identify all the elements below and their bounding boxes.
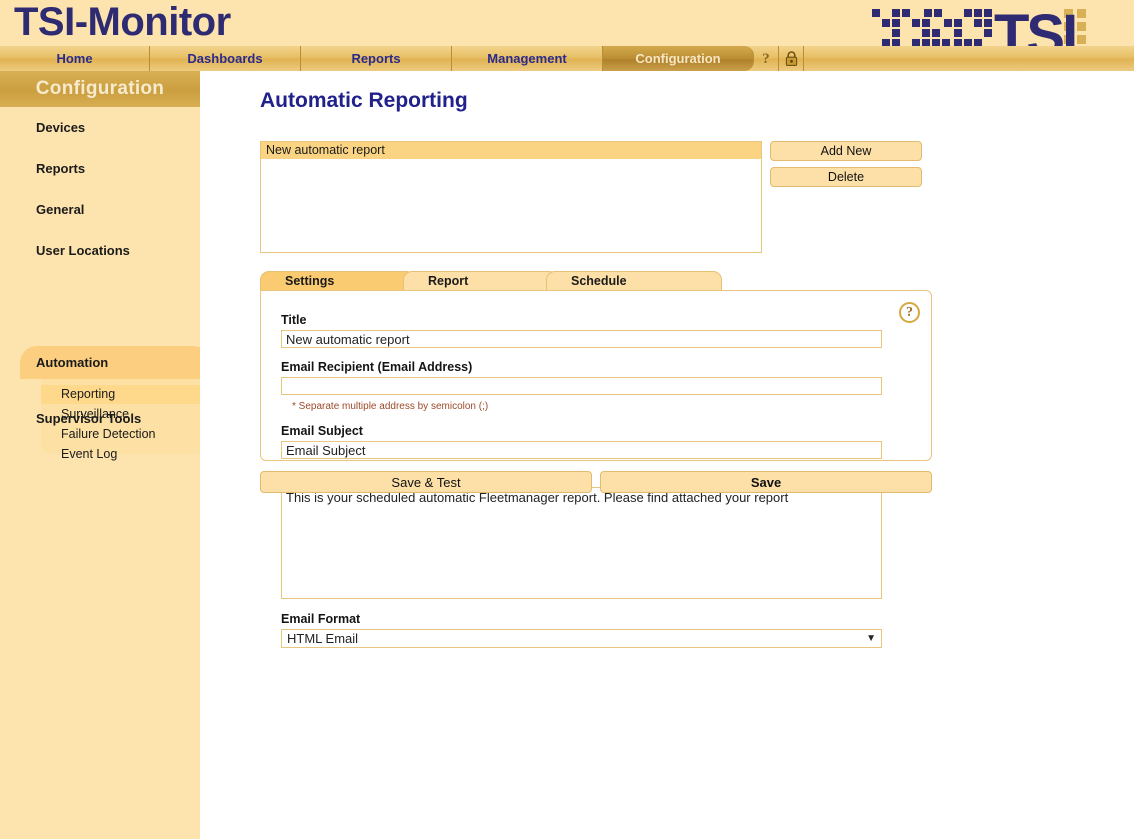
recipient-note: * Separate multiple address by semicolon… (292, 401, 489, 412)
tab-settings[interactable]: Settings (260, 271, 415, 290)
nav-item-dashboards[interactable]: Dashboards (150, 46, 301, 71)
page-header: TSI-Monitor TSI (0, 0, 1134, 61)
nav-item-configuration[interactable]: Configuration (603, 46, 754, 71)
recipient-input[interactable] (281, 377, 882, 395)
main-navigation: Home Dashboards Reports Management Confi… (0, 46, 1134, 71)
tab-report[interactable]: Report (403, 271, 558, 290)
nav-item-management[interactable]: Management (452, 46, 603, 71)
sidebar-item-user-locations[interactable]: User Locations (36, 243, 130, 258)
sidebar: Configuration Devices Reports General Us… (0, 71, 210, 839)
chevron-down-icon: ▼ (866, 633, 876, 644)
lock-glyph (785, 51, 797, 67)
nav-item-reports[interactable]: Reports (301, 46, 452, 71)
content-area: Automatic Reporting New automatic report… (200, 71, 1134, 839)
add-new-button[interactable]: Add New (770, 141, 922, 161)
email-format-value: HTML Email (287, 631, 359, 646)
sidebar-subitem-failure-detection[interactable]: Failure Detection (41, 425, 210, 444)
sidebar-item-general[interactable]: General (36, 202, 84, 217)
title-input[interactable] (281, 330, 882, 348)
sidebar-subitem-reporting[interactable]: Reporting (41, 385, 210, 404)
sidebar-title: Configuration (0, 71, 200, 107)
lock-icon[interactable] (779, 46, 804, 71)
sidebar-item-automation[interactable]: Automation (20, 346, 210, 379)
list-item[interactable]: New automatic report (261, 142, 761, 159)
tab-schedule[interactable]: Schedule (546, 271, 722, 290)
sidebar-group-automation: Automation Reporting Surveillance Failur… (20, 346, 210, 461)
help-glyph: ? (762, 51, 770, 67)
recipient-label: Email Recipient (Email Address) (281, 360, 473, 374)
title-label: Title (281, 313, 307, 327)
email-format-label: Email Format (281, 612, 361, 626)
sidebar-item-supervisor-tools[interactable]: Supervisor Tools (36, 411, 141, 426)
app-root: TSI-Monitor TSI Home Dashboards Reports … (0, 0, 1134, 839)
subject-input[interactable] (281, 441, 882, 459)
report-list[interactable]: New automatic report (260, 141, 762, 253)
panel-help-icon[interactable]: ? (899, 302, 920, 323)
app-brand-title: TSI-Monitor (14, 0, 231, 44)
email-format-select[interactable]: HTML Email ▼ (281, 629, 882, 648)
sidebar-subitem-event-log[interactable]: Event Log (41, 445, 210, 464)
page-title: Automatic Reporting (260, 89, 468, 112)
nav-item-home[interactable]: Home (0, 46, 150, 71)
tab-strip: Settings Report Schedule (260, 271, 722, 290)
save-and-test-button[interactable]: Save & Test (260, 471, 592, 493)
email-text-area[interactable] (281, 487, 882, 599)
sidebar-item-devices[interactable]: Devices (36, 120, 85, 135)
help-icon[interactable]: ? (754, 46, 779, 71)
delete-button[interactable]: Delete (770, 167, 922, 187)
save-button[interactable]: Save (600, 471, 932, 493)
sidebar-item-reports[interactable]: Reports (36, 161, 85, 176)
settings-panel: ? Title Email Recipient (Email Address) … (260, 290, 932, 648)
subject-label: Email Subject (281, 424, 363, 438)
